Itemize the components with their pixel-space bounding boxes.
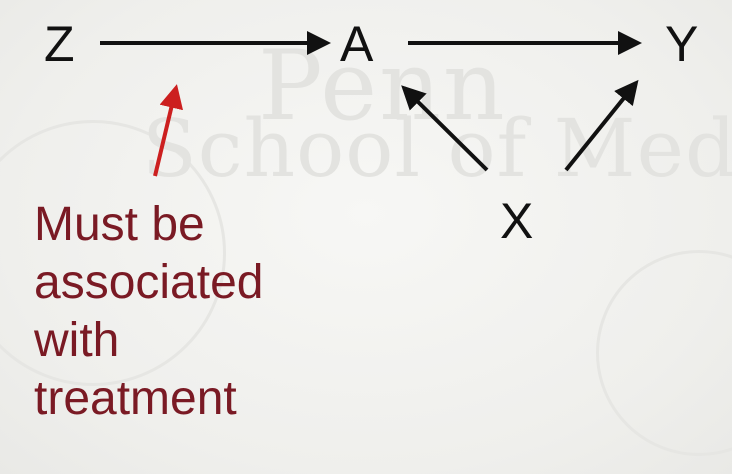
annotation-text: Must be associated with treatment [34,196,334,428]
node-x: X [500,193,534,249]
annotation-line-3: with [34,314,120,367]
edge-x-to-y [564,79,639,172]
annotation-arrow [153,84,184,177]
node-y: Y [665,16,699,72]
node-z: Z [44,16,75,72]
slide-canvas: Penn School of Medicine Z A Y X Must be … [0,0,732,474]
edge-x-to-a [401,85,489,172]
node-a: A [340,16,374,72]
annotation-line-4: treatment [34,372,237,425]
annotation-line-2: associated [34,256,264,309]
annotation-line-1: Must be [34,198,205,251]
